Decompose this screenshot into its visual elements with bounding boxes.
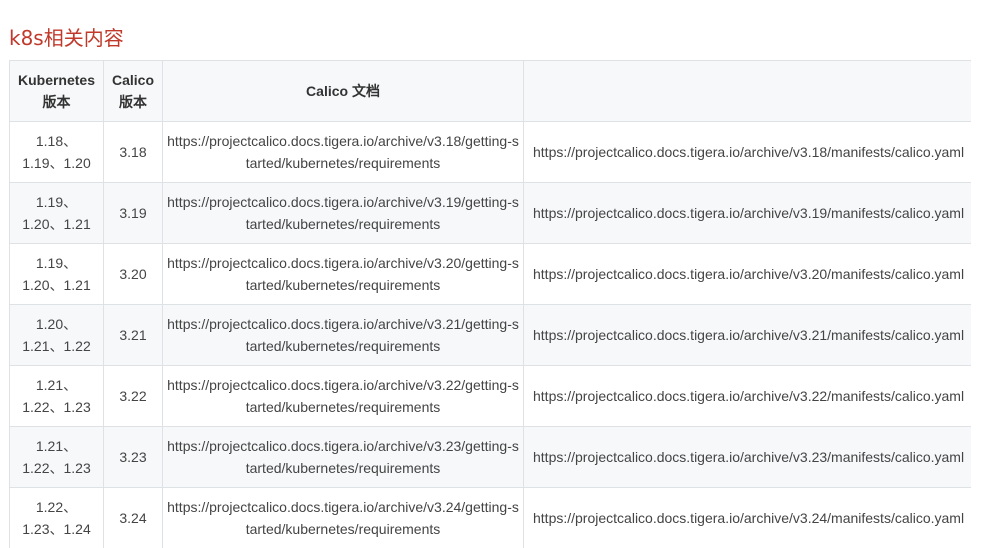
calico-version-cell: 3.20 [103, 243, 163, 305]
table-row: 1.22、1.23、1.24 3.24 https://projectcalic… [9, 487, 971, 548]
table-row: 1.19、1.20、1.21 3.19 https://projectcalic… [9, 182, 971, 244]
calico-version-cell: 3.21 [103, 304, 163, 366]
manifest-url-cell[interactable]: https://projectcalico.docs.tigera.io/arc… [523, 243, 971, 305]
docs-url-cell[interactable]: https://projectcalico.docs.tigera.io/arc… [162, 121, 524, 183]
header-calico-version: Calico 版本 [103, 60, 163, 122]
manifest-url-cell[interactable]: https://projectcalico.docs.tigera.io/arc… [523, 182, 971, 244]
manifest-url-cell[interactable]: https://projectcalico.docs.tigera.io/arc… [523, 121, 971, 183]
header-manifest [523, 60, 971, 122]
calico-version-cell: 3.24 [103, 487, 163, 548]
docs-url-cell[interactable]: https://projectcalico.docs.tigera.io/arc… [162, 182, 524, 244]
docs-url-cell[interactable]: https://projectcalico.docs.tigera.io/arc… [162, 365, 524, 427]
calico-version-cell: 3.22 [103, 365, 163, 427]
table-header-row: Kubernetes 版本 Calico 版本 Calico 文档 [9, 60, 971, 122]
docs-url-cell[interactable]: https://projectcalico.docs.tigera.io/arc… [162, 426, 524, 488]
docs-url-cell[interactable]: https://projectcalico.docs.tigera.io/arc… [162, 304, 524, 366]
docs-url-cell[interactable]: https://projectcalico.docs.tigera.io/arc… [162, 487, 524, 548]
manifest-url-cell[interactable]: https://projectcalico.docs.tigera.io/arc… [523, 304, 971, 366]
calico-version-cell: 3.18 [103, 121, 163, 183]
k8s-versions-cell: 1.18、1.19、1.20 [9, 121, 104, 183]
k8s-versions-cell: 1.21、1.22、1.23 [9, 365, 104, 427]
manifest-url-cell[interactable]: https://projectcalico.docs.tigera.io/arc… [523, 487, 971, 548]
section-heading: k8s相关内容 [9, 26, 124, 50]
manifest-url-cell[interactable]: https://projectcalico.docs.tigera.io/arc… [523, 426, 971, 488]
table-row: 1.19、1.20、1.21 3.20 https://projectcalic… [9, 243, 971, 305]
docs-url-cell[interactable]: https://projectcalico.docs.tigera.io/arc… [162, 243, 524, 305]
k8s-versions-cell: 1.22、1.23、1.24 [9, 487, 104, 548]
calico-version-cell: 3.19 [103, 182, 163, 244]
k8s-versions-cell: 1.20、1.21、1.22 [9, 304, 104, 366]
table-row: 1.18、1.19、1.20 3.18 https://projectcalic… [9, 121, 971, 183]
table-row: 1.21、1.22、1.23 3.23 https://projectcalic… [9, 426, 971, 488]
calico-version-cell: 3.23 [103, 426, 163, 488]
table-row: 1.21、1.22、1.23 3.22 https://projectcalic… [9, 365, 971, 427]
header-calico-docs: Calico 文档 [162, 60, 524, 122]
k8s-versions-cell: 1.19、1.20、1.21 [9, 243, 104, 305]
manifest-url-cell[interactable]: https://projectcalico.docs.tigera.io/arc… [523, 365, 971, 427]
version-table-container[interactable]: Kubernetes 版本 Calico 版本 Calico 文档 1.18、1… [9, 60, 971, 548]
k8s-versions-cell: 1.19、1.20、1.21 [9, 182, 104, 244]
version-compat-table: Kubernetes 版本 Calico 版本 Calico 文档 1.18、1… [9, 60, 971, 548]
header-k8s-version: Kubernetes 版本 [9, 60, 104, 122]
table-row: 1.20、1.21、1.22 3.21 https://projectcalic… [9, 304, 971, 366]
k8s-versions-cell: 1.21、1.22、1.23 [9, 426, 104, 488]
